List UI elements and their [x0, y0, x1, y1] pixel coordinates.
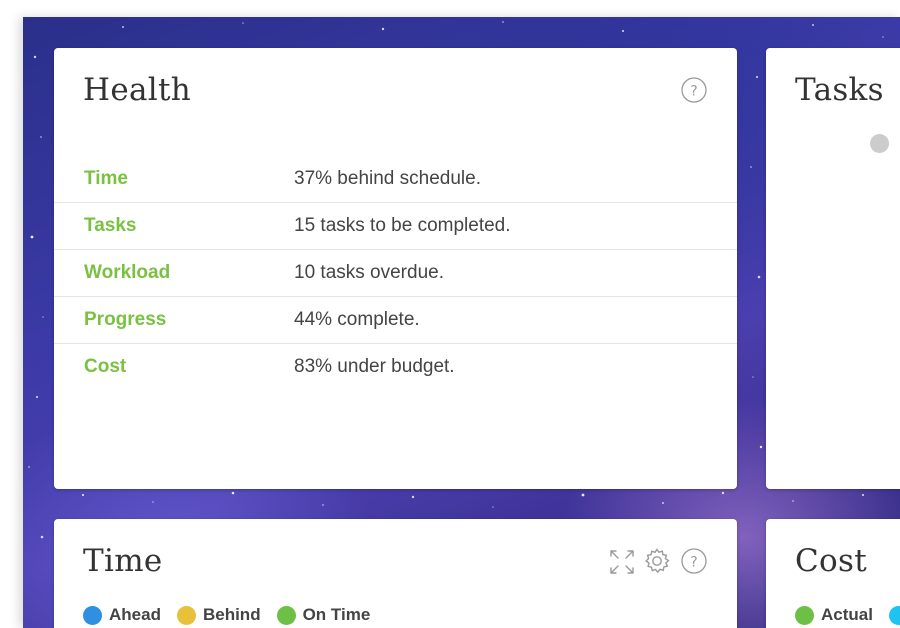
health-label[interactable]: Time — [84, 168, 128, 190]
health-value: 15 tasks to be completed. — [294, 215, 511, 236]
legend-item-second[interactable] — [888, 605, 900, 625]
help-icon[interactable]: ? — [681, 77, 707, 103]
legend-item-actual[interactable]: Actual — [795, 605, 873, 625]
help-icon[interactable]: ? — [681, 548, 707, 574]
health-value: 83% under budget. — [294, 356, 455, 377]
cost-legend: Actual — [795, 605, 900, 625]
legend-dot — [176, 605, 196, 625]
health-value: 10 tasks overdue. — [294, 262, 444, 283]
legend-label: Behind — [202, 605, 261, 624]
health-label[interactable]: Cost — [84, 356, 126, 378]
svg-text:?: ? — [690, 555, 697, 571]
legend-dot — [83, 605, 102, 625]
svg-text:?: ? — [690, 84, 697, 100]
legend-dot — [276, 605, 296, 625]
legend-item-behind[interactable]: Behind — [176, 605, 261, 625]
health-label[interactable]: Progress — [84, 309, 166, 331]
cost-card: Cost Actual — [766, 519, 900, 628]
expand-icon[interactable] — [609, 549, 635, 575]
time-card: Time ? Ahead Behind On Time — [54, 519, 737, 628]
health-row-progress: Progress 44% complete. — [54, 297, 737, 344]
health-value: 37% behind schedule. — [294, 168, 481, 189]
tasks-legend-dot — [870, 134, 889, 153]
legend-label: Ahead — [109, 605, 161, 624]
health-row-workload: Workload 10 tasks overdue. — [54, 250, 737, 297]
cost-card-title: Cost — [795, 543, 867, 579]
legend-label: On Time — [302, 605, 371, 624]
health-card: Health ? Time 37% behind schedule. Tasks… — [54, 48, 737, 489]
tasks-card-title: Tasks — [795, 72, 884, 108]
time-legend: Ahead Behind On Time — [83, 605, 386, 625]
gear-icon[interactable] — [644, 548, 670, 574]
health-row-cost: Cost 83% under budget. — [54, 344, 737, 390]
legend-item-on-time[interactable]: On Time — [276, 605, 371, 625]
health-label[interactable]: Workload — [84, 262, 170, 284]
legend-dot — [888, 605, 900, 625]
dashboard-background: Health ? Time 37% behind schedule. Tasks… — [23, 17, 900, 628]
health-row-time: Time 37% behind schedule. — [54, 156, 737, 203]
legend-label: Actual — [821, 605, 873, 624]
legend-dot — [795, 605, 814, 625]
health-card-title: Health — [83, 72, 191, 108]
legend-item-ahead[interactable]: Ahead — [83, 605, 161, 625]
tasks-card: Tasks — [766, 48, 900, 489]
health-value: 44% complete. — [294, 309, 420, 330]
health-table: Time 37% behind schedule. Tasks 15 tasks… — [54, 156, 737, 390]
health-label[interactable]: Tasks — [84, 215, 136, 237]
health-row-tasks: Tasks 15 tasks to be completed. — [54, 203, 737, 250]
time-card-title: Time — [83, 543, 163, 579]
